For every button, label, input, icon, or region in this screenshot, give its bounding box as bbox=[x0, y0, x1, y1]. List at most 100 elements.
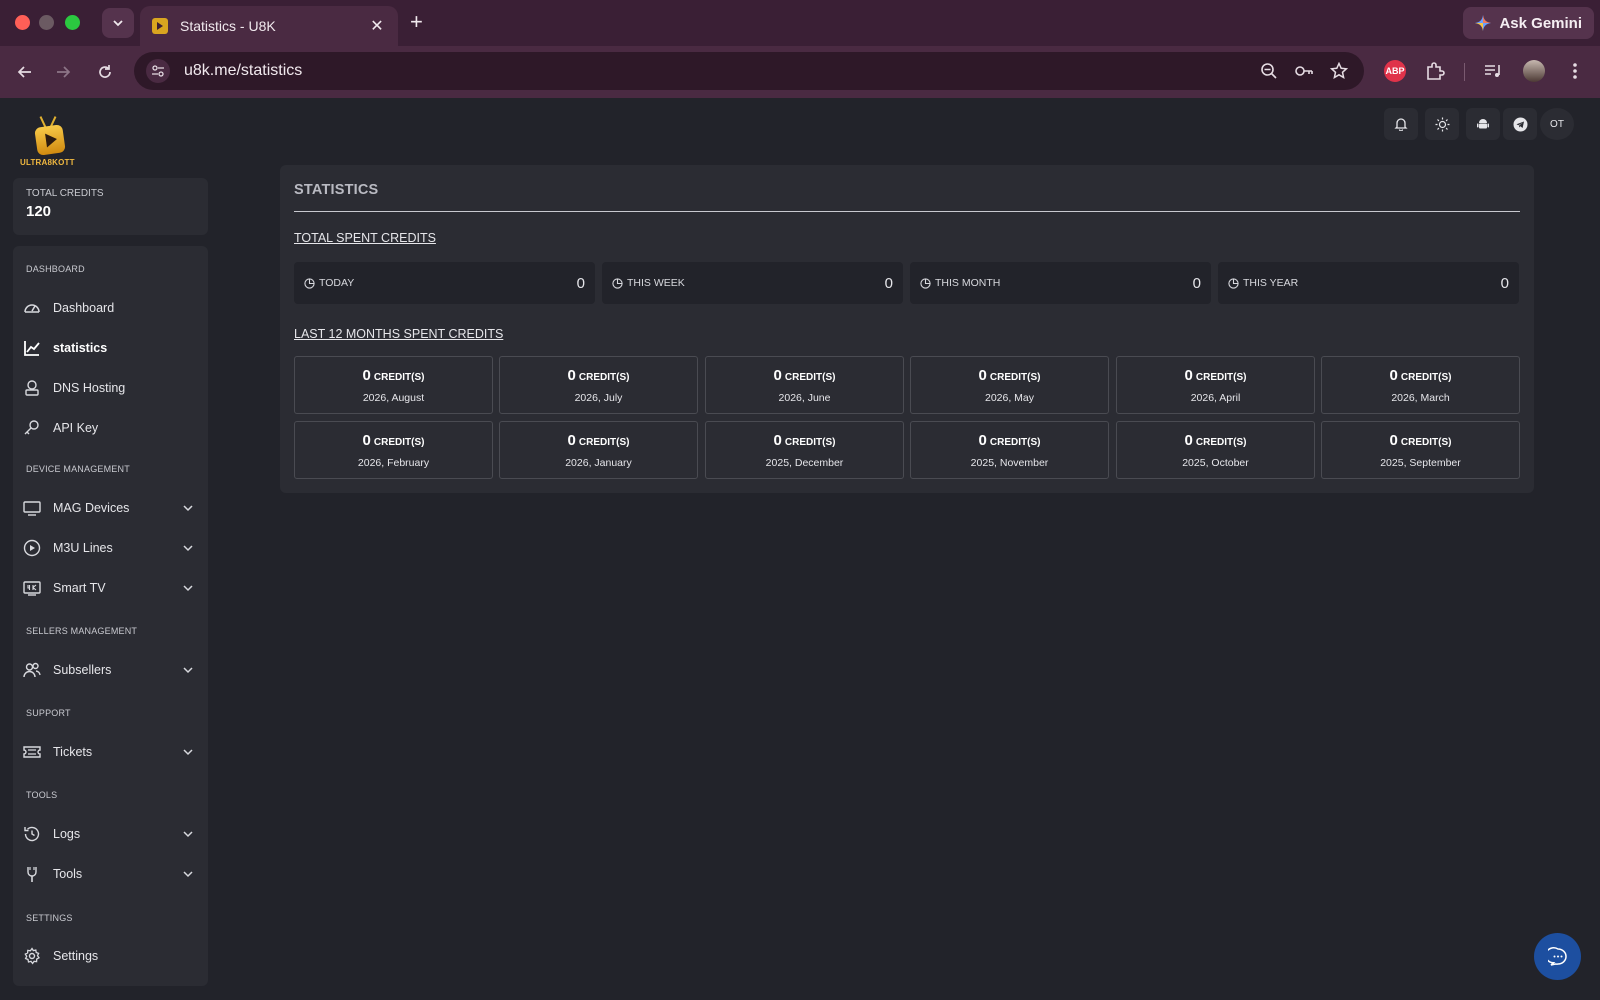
sidebar-item-label: Logs bbox=[53, 827, 81, 841]
user-avatar[interactable]: OT bbox=[1540, 108, 1574, 140]
month-credits-value: 0 bbox=[1389, 367, 1398, 384]
pie-chart-icon bbox=[920, 277, 931, 289]
live-chat-button[interactable] bbox=[1534, 933, 1581, 980]
tab-search-button[interactable] bbox=[102, 8, 134, 38]
users-icon bbox=[23, 661, 41, 679]
month-credits-value: 0 bbox=[1389, 432, 1398, 449]
password-key-icon[interactable] bbox=[1294, 62, 1314, 80]
extensions-puzzle-icon[interactable] bbox=[1420, 56, 1450, 86]
stat-label: THIS MONTH bbox=[935, 277, 1001, 289]
toolbar-separator bbox=[1464, 63, 1465, 81]
total-credits-value: 120 bbox=[26, 203, 52, 220]
adblock-plus-icon[interactable]: ABP bbox=[1380, 56, 1410, 86]
sun-icon bbox=[1435, 117, 1449, 131]
chevron-down-icon bbox=[183, 831, 193, 838]
credits-unit: CREDIT(S) bbox=[989, 372, 1041, 383]
pie-chart-icon bbox=[304, 277, 315, 289]
month-credits-value: 0 bbox=[567, 367, 576, 384]
stat-value: 0 bbox=[1500, 274, 1509, 292]
sidebar-item-dns-hosting[interactable]: DNS Hosting bbox=[13, 370, 208, 406]
sidebar-item-settings[interactable]: Settings bbox=[13, 938, 208, 974]
sidebar: DASHBOARD Dashboard statistics DNS Hosti… bbox=[13, 246, 208, 986]
back-arrow-icon[interactable] bbox=[12, 59, 38, 85]
sidebar-item-api-key[interactable]: API Key bbox=[13, 410, 208, 446]
sidebar-item-tools[interactable]: Tools bbox=[13, 856, 208, 892]
sidebar-item-dashboard[interactable]: Dashboard bbox=[13, 290, 208, 326]
credits-unit: CREDIT(S) bbox=[989, 437, 1041, 448]
close-tab-icon[interactable]: ✕ bbox=[368, 16, 386, 36]
month-credits-value: 0 bbox=[1184, 367, 1193, 384]
telegram-button[interactable] bbox=[1503, 108, 1537, 140]
chevron-down-icon bbox=[183, 667, 193, 674]
sidebar-item-m3u-lines[interactable]: M3U Lines bbox=[13, 530, 208, 566]
profile-avatar[interactable] bbox=[1519, 56, 1549, 86]
credits-unit: CREDIT(S) bbox=[1400, 372, 1452, 383]
sidebar-item-tickets[interactable]: Tickets bbox=[13, 734, 208, 770]
gemini-sparkle-icon bbox=[1475, 15, 1492, 31]
window-maximize-button[interactable] bbox=[65, 15, 80, 30]
chart-line-icon bbox=[23, 339, 41, 357]
month-label: 2026, June bbox=[778, 392, 831, 404]
notifications-button[interactable] bbox=[1384, 108, 1418, 140]
address-bar[interactable]: u8k.me/statistics bbox=[134, 52, 1364, 90]
zoom-out-icon[interactable] bbox=[1260, 62, 1278, 80]
forward-arrow-icon[interactable] bbox=[50, 59, 76, 85]
credits-unit: CREDIT(S) bbox=[578, 437, 630, 448]
browser-tab-statistics[interactable]: Statistics - U8K ✕ bbox=[140, 6, 398, 46]
month-card: 0 CREDIT(S) 2026, March bbox=[1321, 356, 1520, 414]
window-minimize-button[interactable] bbox=[39, 15, 54, 30]
sidebar-item-label: Tickets bbox=[53, 745, 93, 759]
sidebar-item-statistics[interactable]: statistics bbox=[13, 330, 208, 366]
android-app-button[interactable] bbox=[1466, 108, 1500, 140]
sidebar-section-dashboard: DASHBOARD bbox=[26, 264, 85, 274]
adblock-badge: ABP bbox=[1384, 60, 1406, 82]
month-credits-value: 0 bbox=[362, 367, 371, 384]
stat-label: THIS YEAR bbox=[1243, 277, 1299, 289]
credits-unit: CREDIT(S) bbox=[373, 437, 425, 448]
sidebar-item-label: MAG Devices bbox=[53, 501, 130, 515]
month-label: 2026, January bbox=[565, 457, 632, 469]
sidebar-section-device-management: DEVICE MANAGEMENT bbox=[26, 464, 130, 474]
ask-gemini-label: Ask Gemini bbox=[1499, 14, 1582, 32]
month-label: 2026, May bbox=[984, 392, 1035, 404]
sidebar-item-label: M3U Lines bbox=[53, 541, 113, 555]
browser-menu-icon[interactable] bbox=[1560, 56, 1590, 86]
month-card: 0 CREDIT(S) 2026, June bbox=[705, 356, 904, 414]
month-card: 0 CREDIT(S) 2025, November bbox=[910, 421, 1109, 479]
chevron-down-icon bbox=[183, 505, 193, 512]
title-divider bbox=[294, 211, 1520, 212]
credits-unit: CREDIT(S) bbox=[1400, 437, 1452, 448]
brand-logo[interactable]: ULTRA8KOTT bbox=[18, 114, 82, 170]
month-credits-value: 0 bbox=[1184, 432, 1193, 449]
pie-chart-icon bbox=[612, 277, 623, 289]
month-credits-value: 0 bbox=[773, 432, 782, 449]
stat-label: THIS WEEK bbox=[627, 277, 685, 289]
sidebar-item-label: Smart TV bbox=[53, 581, 106, 595]
sidebar-item-mag-devices[interactable]: MAG Devices bbox=[13, 490, 208, 526]
url-text: u8k.me/statistics bbox=[184, 62, 303, 79]
month-credits-value: 0 bbox=[773, 367, 782, 384]
credits-unit: CREDIT(S) bbox=[578, 372, 630, 383]
pie-chart-icon bbox=[1228, 277, 1239, 289]
ask-gemini-button[interactable]: Ask Gemini bbox=[1463, 7, 1594, 39]
sidebar-item-subsellers[interactable]: Subsellers bbox=[13, 652, 208, 688]
sidebar-item-smart-tv[interactable]: Smart TV bbox=[13, 570, 208, 606]
android-icon bbox=[1477, 119, 1489, 129]
reload-icon[interactable] bbox=[92, 59, 118, 85]
sidebar-item-label: Subsellers bbox=[53, 663, 112, 677]
site-settings-icon[interactable] bbox=[146, 59, 170, 83]
app-root: ULTRA8KOTT TOTAL CREDITS 120 DASHBOARD D… bbox=[0, 98, 1600, 1000]
bookmark-star-icon[interactable] bbox=[1330, 62, 1348, 80]
window-close-button[interactable] bbox=[15, 15, 30, 30]
stat-value: 0 bbox=[576, 274, 585, 292]
stat-this-week: THIS WEEK 0 bbox=[602, 262, 903, 304]
theme-toggle-button[interactable] bbox=[1425, 108, 1459, 140]
new-tab-icon[interactable]: + bbox=[410, 11, 423, 33]
ticket-icon bbox=[23, 743, 41, 761]
sidebar-item-logs[interactable]: Logs bbox=[13, 816, 208, 852]
month-card: 0 CREDIT(S) 2026, February bbox=[294, 421, 493, 479]
stat-today: TODAY 0 bbox=[294, 262, 595, 304]
media-controls-icon[interactable] bbox=[1478, 56, 1508, 86]
sidebar-section-tools: TOOLS bbox=[26, 790, 58, 800]
month-card: 0 CREDIT(S) 2026, April bbox=[1116, 356, 1315, 414]
